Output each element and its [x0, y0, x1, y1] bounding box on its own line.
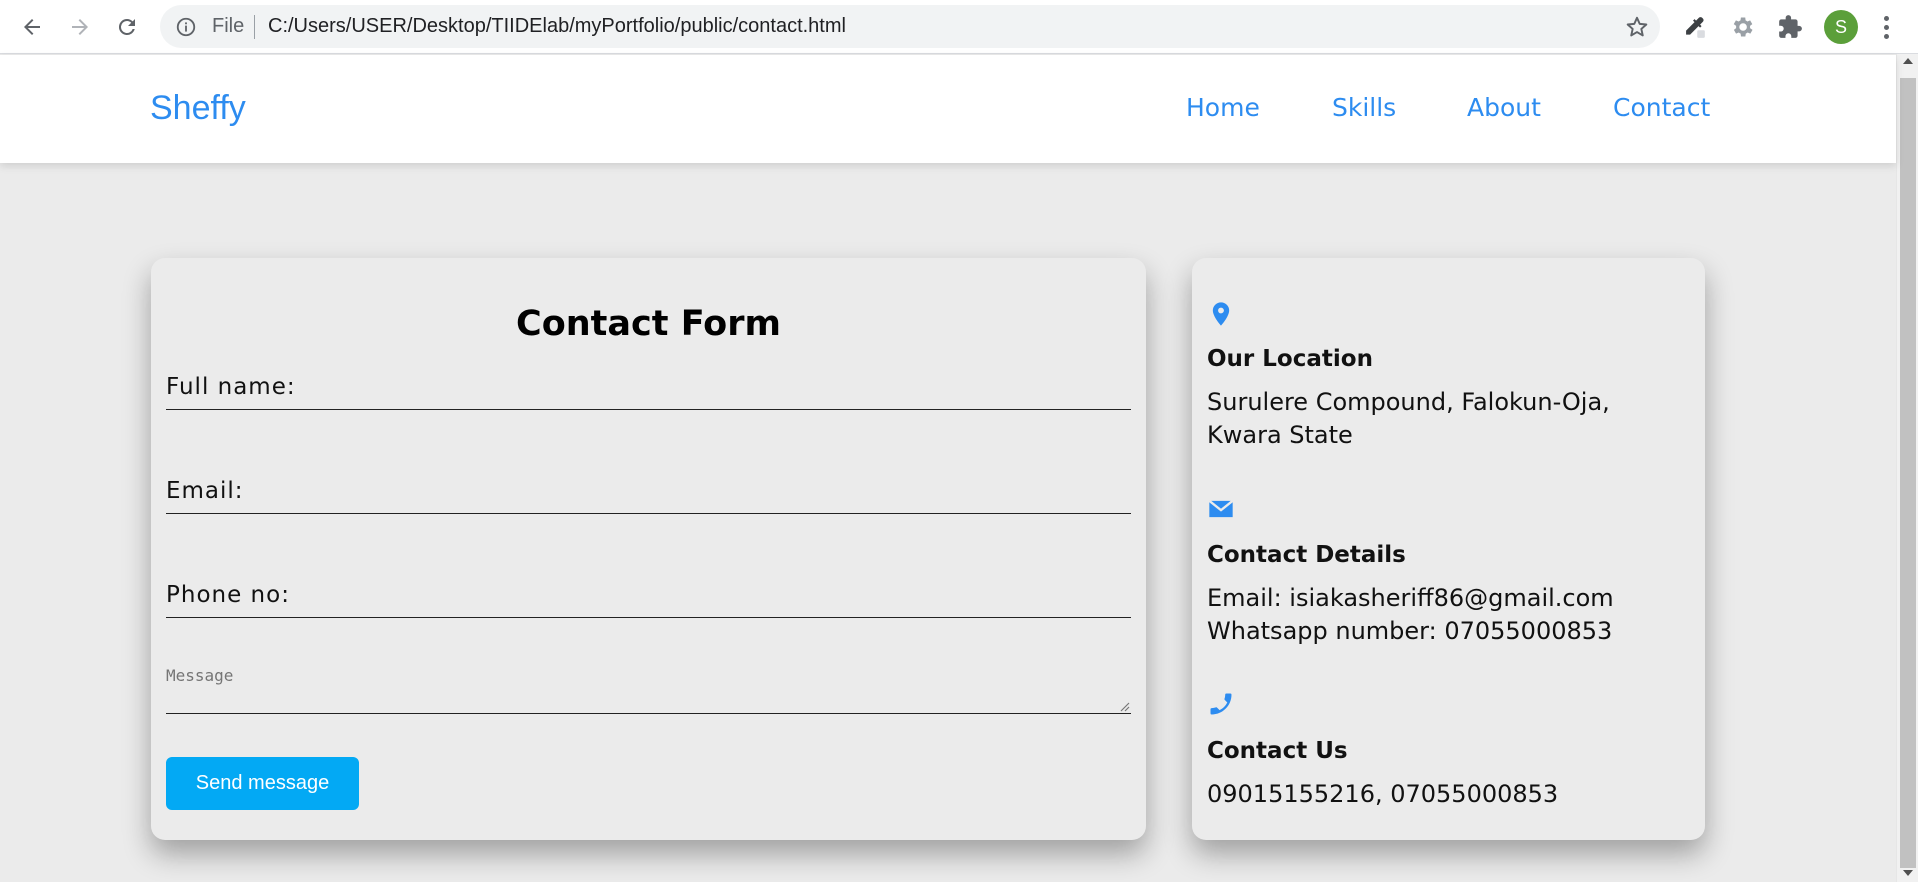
scroll-up-arrow-icon[interactable] [1903, 58, 1913, 64]
back-icon [24, 19, 40, 35]
eyedropper-extension[interactable] [1679, 12, 1709, 42]
form-title: Contact Form [516, 304, 781, 344]
browser-toolbar: File C:/Users/USER/Desktop/TIIDElab/myPo… [0, 0, 1918, 54]
message-placeholder: Message [166, 666, 234, 685]
info-icon[interactable] [175, 16, 197, 38]
resize-grip-icon[interactable] [1118, 700, 1130, 712]
phone-label: Phone no: [166, 582, 290, 608]
reload-icon [118, 18, 135, 35]
scroll-thumb[interactable] [1900, 78, 1916, 868]
phone-field[interactable]: Phone no: [166, 570, 1131, 618]
contact-details-heading: Contact Details [1207, 542, 1406, 568]
star-icon[interactable] [1624, 14, 1650, 40]
forward-button[interactable] [63, 10, 97, 44]
kebab-menu-icon[interactable] [1876, 12, 1896, 42]
contact-email: Email: isiakasheriff86@gmail.com [1207, 584, 1614, 612]
url-scheme: File [212, 15, 245, 37]
send-message-button[interactable]: Send message [166, 757, 359, 810]
profile-avatar[interactable]: S [1824, 10, 1858, 44]
back-button[interactable] [15, 10, 49, 44]
contact-info-card: Our Location Surulere Compound, Falokun-… [1192, 258, 1705, 840]
scroll-down-arrow-icon[interactable] [1903, 870, 1913, 876]
forward-icon [72, 19, 88, 35]
url-text[interactable]: C:/Users/USER/Desktop/TIIDElab/myPortfol… [268, 15, 846, 38]
location-heading: Our Location [1207, 346, 1373, 372]
nav-about[interactable]: About [1467, 93, 1541, 122]
envelope-icon [1208, 499, 1234, 518]
email-field[interactable]: Email: [166, 466, 1131, 514]
site-header: Sheffy Home Skills About Contact [0, 55, 1896, 163]
contact-us-heading: Contact Us [1207, 738, 1348, 764]
full-name-label: Full name: [166, 374, 296, 400]
extensions-button[interactable] [1775, 12, 1805, 42]
nav-home[interactable]: Home [1186, 93, 1260, 122]
nav-skills[interactable]: Skills [1332, 93, 1396, 122]
omnibox-divider [254, 15, 255, 39]
reload-button[interactable] [110, 10, 144, 44]
contact-phones: 09015155216, 07055000853 [1207, 780, 1559, 808]
address-bar[interactable]: File C:/Users/USER/Desktop/TIIDElab/myPo… [160, 5, 1660, 48]
message-textarea[interactable]: Message [166, 658, 1131, 714]
gear-extension[interactable] [1727, 12, 1757, 42]
nav-contact[interactable]: Contact [1613, 93, 1710, 122]
full-name-field[interactable]: Full name: [166, 362, 1131, 410]
eyedropper-icon [1686, 17, 1705, 38]
contact-form-card: Contact Form Full name: Email: Phone no:… [151, 258, 1146, 840]
puzzle-icon [1779, 15, 1802, 38]
gear-icon [1733, 17, 1753, 37]
phone-icon [1210, 693, 1232, 715]
site-logo[interactable]: Sheffy [150, 89, 246, 128]
location-text: Surulere Compound, Falokun-Oja, Kwara St… [1207, 388, 1610, 449]
contact-whatsapp: Whatsapp number: 07055000853 [1207, 617, 1613, 645]
email-label: Email: [166, 478, 244, 504]
map-pin-icon [1212, 302, 1230, 326]
page-scrollbar[interactable] [1896, 54, 1918, 882]
